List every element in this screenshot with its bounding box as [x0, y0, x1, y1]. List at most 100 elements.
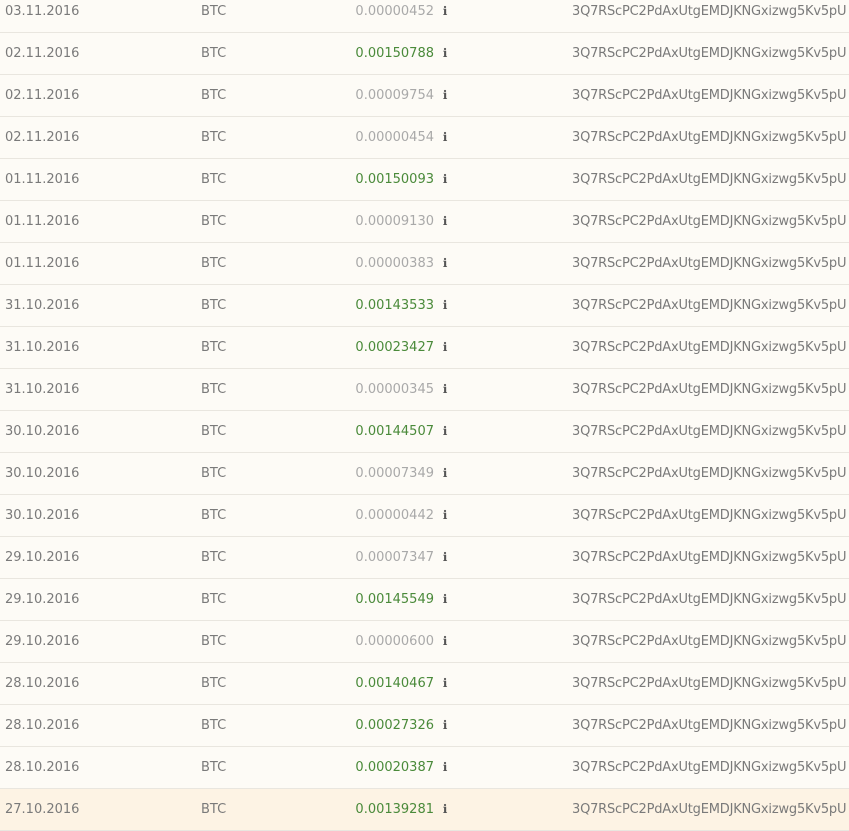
table-row[interactable]: 01.11.2016 BTC 0.00009130 ℹ 3Q7RScPC2PdA…	[0, 201, 849, 243]
transaction-address: 3Q7RScPC2PdAxUtgEMDJKNGxizwg5Kv5pU	[572, 214, 847, 229]
info-icon[interactable]: ℹ	[441, 537, 449, 578]
table-row[interactable]: 02.11.2016 BTC 0.00000454 ℹ 3Q7RScPC2PdA…	[0, 117, 849, 159]
transaction-amount: 0.00020387	[355, 760, 434, 775]
transaction-currency: BTC	[201, 172, 227, 187]
transaction-date: 02.11.2016	[5, 88, 80, 103]
transaction-address: 3Q7RScPC2PdAxUtgEMDJKNGxizwg5Kv5pU	[572, 172, 847, 187]
transaction-address: 3Q7RScPC2PdAxUtgEMDJKNGxizwg5Kv5pU	[572, 508, 847, 523]
transaction-currency: BTC	[201, 802, 227, 817]
transaction-date: 29.10.2016	[5, 634, 80, 649]
table-row[interactable]: 28.10.2016 BTC 0.00140467 ℹ 3Q7RScPC2PdA…	[0, 663, 849, 705]
transaction-date: 01.11.2016	[5, 172, 80, 187]
info-icon[interactable]: ℹ	[441, 411, 449, 452]
info-icon[interactable]: ℹ	[441, 159, 449, 200]
transaction-amount: 0.00000345	[355, 382, 434, 397]
transaction-amount: 0.00143533	[355, 298, 434, 313]
transaction-address: 3Q7RScPC2PdAxUtgEMDJKNGxizwg5Kv5pU	[572, 4, 847, 19]
transaction-amount: 0.00007347	[355, 550, 434, 565]
transaction-date: 29.10.2016	[5, 592, 80, 607]
info-icon[interactable]: ℹ	[441, 0, 449, 32]
transaction-currency: BTC	[201, 550, 227, 565]
transaction-date: 01.11.2016	[5, 214, 80, 229]
table-row[interactable]: 02.11.2016 BTC 0.00150788 ℹ 3Q7RScPC2PdA…	[0, 33, 849, 75]
transaction-address: 3Q7RScPC2PdAxUtgEMDJKNGxizwg5Kv5pU	[572, 46, 847, 61]
table-row[interactable]: 30.10.2016 BTC 0.00007349 ℹ 3Q7RScPC2PdA…	[0, 453, 849, 495]
transaction-currency: BTC	[201, 130, 227, 145]
transaction-amount: 0.00007349	[355, 466, 434, 481]
transaction-date: 03.11.2016	[5, 4, 80, 19]
transaction-date: 28.10.2016	[5, 760, 80, 775]
transaction-amount: 0.00140467	[355, 676, 434, 691]
table-row[interactable]: 03.11.2016 BTC 0.00000452 ℹ 3Q7RScPC2PdA…	[0, 0, 849, 33]
transaction-amount: 0.00150093	[355, 172, 434, 187]
transaction-currency: BTC	[201, 508, 227, 523]
info-icon[interactable]: ℹ	[441, 495, 449, 536]
transaction-address: 3Q7RScPC2PdAxUtgEMDJKNGxizwg5Kv5pU	[572, 634, 847, 649]
info-icon[interactable]: ℹ	[441, 33, 449, 74]
table-row[interactable]: 02.11.2016 BTC 0.00009754 ℹ 3Q7RScPC2PdA…	[0, 75, 849, 117]
transaction-currency: BTC	[201, 256, 227, 271]
transaction-amount: 0.00000452	[355, 4, 434, 19]
info-icon[interactable]: ℹ	[441, 663, 449, 704]
info-icon[interactable]: ℹ	[441, 243, 449, 284]
transaction-currency: BTC	[201, 46, 227, 61]
table-row[interactable]: 29.10.2016 BTC 0.00000600 ℹ 3Q7RScPC2PdA…	[0, 621, 849, 663]
transaction-currency: BTC	[201, 718, 227, 733]
transaction-currency: BTC	[201, 592, 227, 607]
transaction-currency: BTC	[201, 634, 227, 649]
transaction-address: 3Q7RScPC2PdAxUtgEMDJKNGxizwg5Kv5pU	[572, 424, 847, 439]
transaction-date: 30.10.2016	[5, 466, 80, 481]
info-icon[interactable]: ℹ	[441, 75, 449, 116]
transaction-amount: 0.00139281	[355, 802, 434, 817]
table-row[interactable]: 01.11.2016 BTC 0.00150093 ℹ 3Q7RScPC2PdA…	[0, 159, 849, 201]
table-row[interactable]: 28.10.2016 BTC 0.00027326 ℹ 3Q7RScPC2PdA…	[0, 705, 849, 747]
transaction-address: 3Q7RScPC2PdAxUtgEMDJKNGxizwg5Kv5pU	[572, 592, 847, 607]
transaction-currency: BTC	[201, 760, 227, 775]
transaction-address: 3Q7RScPC2PdAxUtgEMDJKNGxizwg5Kv5pU	[572, 760, 847, 775]
transaction-amount: 0.00144507	[355, 424, 434, 439]
info-icon[interactable]: ℹ	[441, 327, 449, 368]
table-row[interactable]: 31.10.2016 BTC 0.00000345 ℹ 3Q7RScPC2PdA…	[0, 369, 849, 411]
table-row[interactable]: 31.10.2016 BTC 0.00023427 ℹ 3Q7RScPC2PdA…	[0, 327, 849, 369]
transaction-date: 01.11.2016	[5, 256, 80, 271]
transaction-date: 02.11.2016	[5, 130, 80, 145]
table-row[interactable]: 28.10.2016 BTC 0.00020387 ℹ 3Q7RScPC2PdA…	[0, 747, 849, 789]
transaction-address: 3Q7RScPC2PdAxUtgEMDJKNGxizwg5Kv5pU	[572, 256, 847, 271]
transaction-currency: BTC	[201, 214, 227, 229]
info-icon[interactable]: ℹ	[441, 453, 449, 494]
table-row[interactable]: 30.10.2016 BTC 0.00144507 ℹ 3Q7RScPC2PdA…	[0, 411, 849, 453]
info-icon[interactable]: ℹ	[441, 201, 449, 242]
transaction-currency: BTC	[201, 4, 227, 19]
transaction-address: 3Q7RScPC2PdAxUtgEMDJKNGxizwg5Kv5pU	[572, 382, 847, 397]
transaction-currency: BTC	[201, 466, 227, 481]
transaction-date: 31.10.2016	[5, 340, 80, 355]
info-icon[interactable]: ℹ	[441, 621, 449, 662]
info-icon[interactable]: ℹ	[441, 285, 449, 326]
transaction-address: 3Q7RScPC2PdAxUtgEMDJKNGxizwg5Kv5pU	[572, 466, 847, 481]
transaction-amount: 0.00000454	[355, 130, 434, 145]
transaction-address: 3Q7RScPC2PdAxUtgEMDJKNGxizwg5Kv5pU	[572, 88, 847, 103]
table-row[interactable]: 01.11.2016 BTC 0.00000383 ℹ 3Q7RScPC2PdA…	[0, 243, 849, 285]
transaction-amount: 0.00023427	[355, 340, 434, 355]
transaction-amount: 0.00145549	[355, 592, 434, 607]
transaction-address: 3Q7RScPC2PdAxUtgEMDJKNGxizwg5Kv5pU	[572, 718, 847, 733]
transaction-date: 30.10.2016	[5, 424, 80, 439]
transaction-address: 3Q7RScPC2PdAxUtgEMDJKNGxizwg5Kv5pU	[572, 676, 847, 691]
info-icon[interactable]: ℹ	[441, 579, 449, 620]
table-row[interactable]: 29.10.2016 BTC 0.00145549 ℹ 3Q7RScPC2PdA…	[0, 579, 849, 621]
transaction-amount: 0.00000383	[355, 256, 434, 271]
transaction-amount: 0.00009130	[355, 214, 434, 229]
table-row[interactable]: 31.10.2016 BTC 0.00143533 ℹ 3Q7RScPC2PdA…	[0, 285, 849, 327]
transactions-table: 03.11.2016 BTC 0.00000452 ℹ 3Q7RScPC2PdA…	[0, 0, 849, 831]
transaction-date: 31.10.2016	[5, 298, 80, 313]
transaction-currency: BTC	[201, 382, 227, 397]
info-icon[interactable]: ℹ	[441, 369, 449, 410]
info-icon[interactable]: ℹ	[441, 705, 449, 746]
info-icon[interactable]: ℹ	[441, 747, 449, 788]
transaction-currency: BTC	[201, 340, 227, 355]
transaction-date: 27.10.2016	[5, 802, 80, 817]
table-row[interactable]: 30.10.2016 BTC 0.00000442 ℹ 3Q7RScPC2PdA…	[0, 495, 849, 537]
table-row[interactable]: 29.10.2016 BTC 0.00007347 ℹ 3Q7RScPC2PdA…	[0, 537, 849, 579]
info-icon[interactable]: ℹ	[441, 117, 449, 158]
info-icon[interactable]: ℹ	[441, 789, 449, 830]
